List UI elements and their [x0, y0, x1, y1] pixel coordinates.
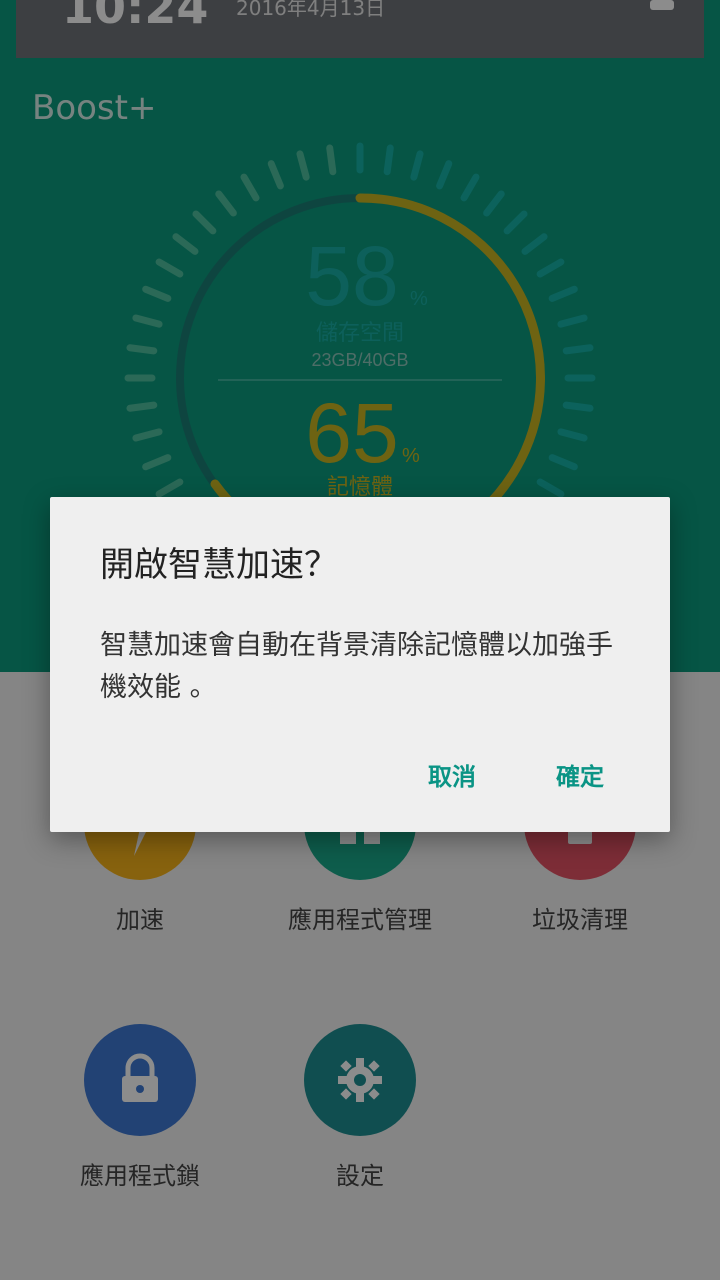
dialog-message: 智慧加速會自動在背景清除記憶體以加強手機效能 。 [100, 630, 613, 703]
cancel-button[interactable]: 取消 [420, 753, 484, 796]
dialog-title: 開啟智慧加速？ [100, 545, 338, 585]
confirm-button[interactable]: 確定 [548, 753, 612, 796]
smart-boost-dialog: 開啟智慧加速？ 智慧加速會自動在背景清除記憶體以加強手機效能 。 取消 確定 [50, 497, 670, 832]
